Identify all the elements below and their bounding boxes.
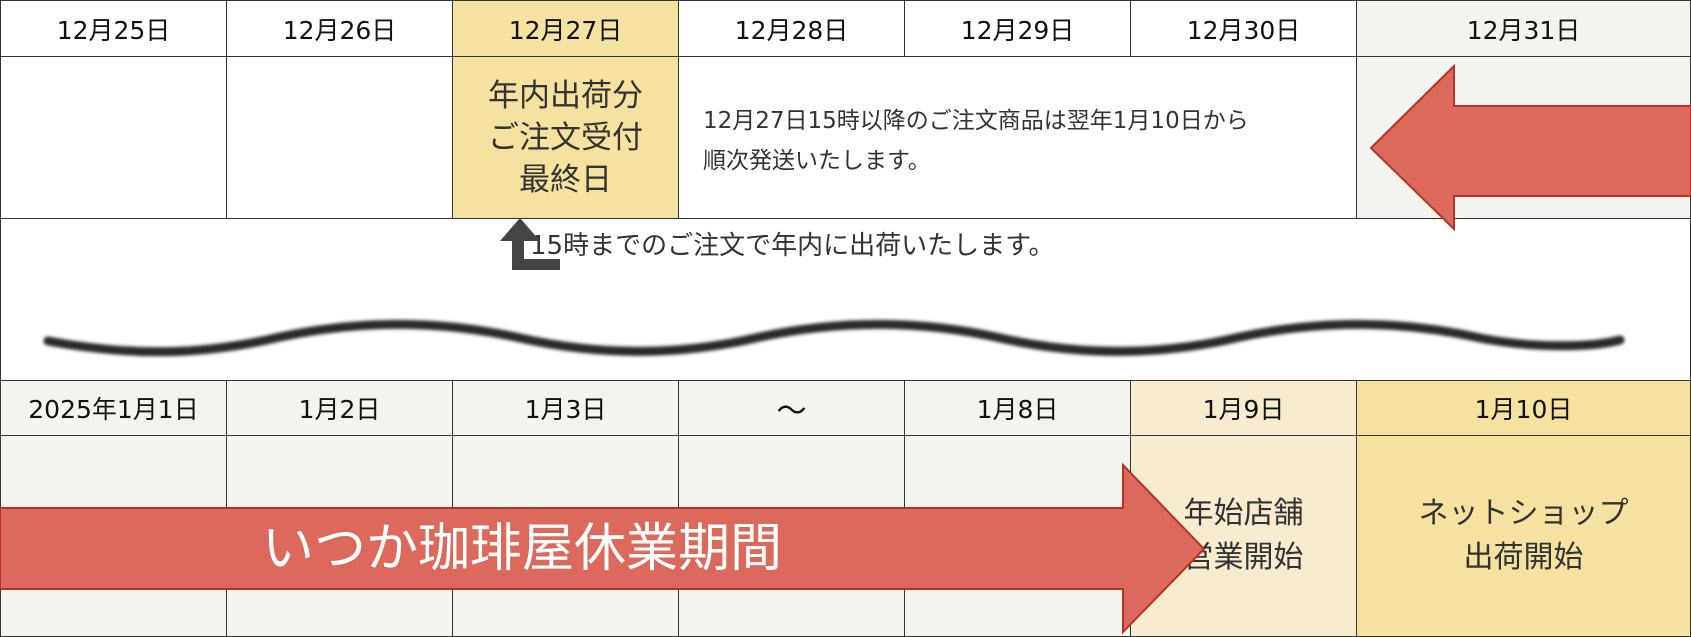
- date-cell-dec27: 12月27日: [452, 0, 679, 57]
- content-cell-dec26: [226, 56, 453, 219]
- date-cell-dec28: 12月28日: [678, 0, 905, 57]
- deadline-note: 15時までのご注文で年内に出荷いたします。: [530, 231, 1055, 261]
- shop-open-label: ネットショップ 出荷開始: [1356, 435, 1691, 637]
- date-cell-dec25: 12月25日: [0, 0, 227, 57]
- date-cell-dec29: 12月29日: [904, 0, 1131, 57]
- date-cell-jan9: 1月9日: [1130, 380, 1357, 436]
- after-deadline-notice-cell: 12月27日15時以降のご注文商品は翌年1月10日から 順次発送いたします。: [678, 56, 1357, 219]
- content-cell-dec31: [1356, 56, 1691, 219]
- date-cell-range: 〜: [678, 380, 905, 436]
- content-cell-jan1: [0, 435, 227, 637]
- content-cell-dec25: [0, 56, 227, 219]
- date-cell-jan1: 2025年1月1日: [0, 380, 227, 436]
- closed-period-label: いつか珈琲屋休業期間: [262, 519, 783, 579]
- date-cell-dec30: 12月30日: [1130, 0, 1357, 57]
- store-open-text: 年始店舗 営業開始: [1183, 496, 1304, 575]
- date-cell-jan2: 1月2日: [226, 380, 453, 436]
- holiday-schedule: 12月25日 12月26日 12月27日 12月28日 12月29日 12月30…: [0, 0, 1691, 637]
- date-cell-dec31: 12月31日: [1356, 0, 1691, 57]
- after-deadline-notice: 12月27日15時以降のご注文商品は翌年1月10日から 順次発送いたします。: [703, 108, 1249, 174]
- content-cell-jan8: [904, 435, 1131, 637]
- date-cell-dec26: 12月26日: [226, 0, 453, 57]
- shop-open-text: ネットショップ 出荷開始: [1418, 496, 1629, 575]
- date-cell-jan3: 1月3日: [452, 380, 679, 436]
- date-cell-jan8: 1月8日: [904, 380, 1131, 436]
- date-cell-jan10: 1月10日: [1356, 380, 1691, 436]
- store-open-label: 年始店舗 営業開始: [1130, 435, 1357, 637]
- last-order-day-text: 年内出荷分 ご注文受付 最終日: [488, 77, 643, 198]
- last-order-day-label: 年内出荷分 ご注文受付 最終日: [452, 56, 679, 219]
